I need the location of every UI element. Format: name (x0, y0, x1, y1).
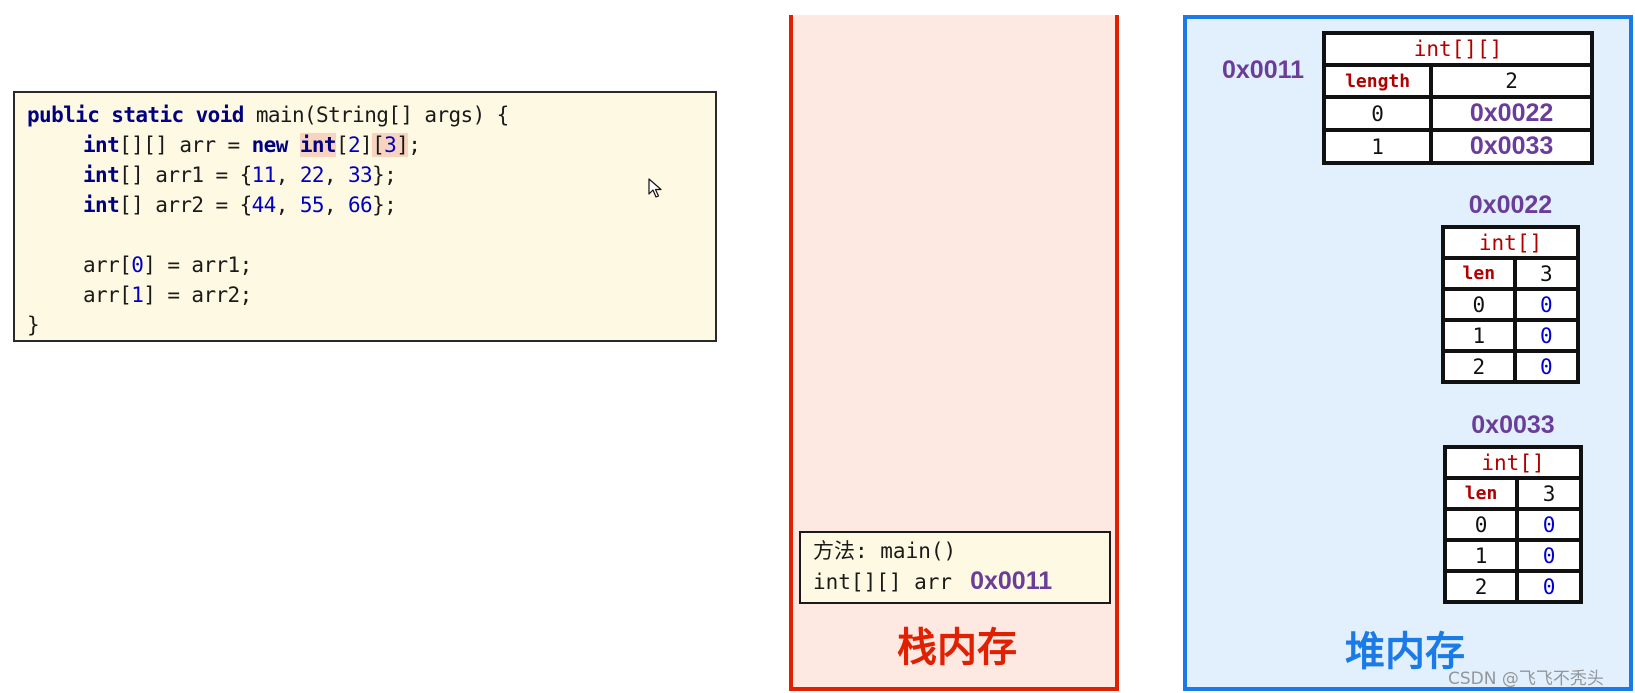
code-keyword: int (299, 133, 337, 157)
length-value: 3 (1512, 256, 1581, 291)
table-row: 20 (1442, 569, 1583, 604)
index-cell: 0 (1321, 95, 1434, 132)
local-variable: int[][] arr 0x0011 (813, 566, 1052, 597)
code-text: ] (396, 133, 409, 157)
reference-cell: 0x0033 (1429, 128, 1594, 165)
arr2-table: int[] len 3 00 10 20 (1442, 445, 1583, 604)
value-cell: 0 (1515, 507, 1583, 542)
code-text: arr[ (83, 253, 132, 277)
code-line: arr[0] = arr1; (27, 250, 252, 280)
index-cell: 1 (1442, 538, 1520, 573)
code-panel: public static void main(String[] args) {… (13, 91, 717, 342)
code-line: int[][] arr = new int[2][3]; (27, 130, 421, 160)
mouse-cursor-icon (648, 178, 662, 198)
index-cell: 0 (1441, 287, 1517, 322)
table-row: 0 0x0022 (1321, 95, 1594, 132)
code-keyword: int (83, 193, 120, 217)
code-keyword: int (83, 163, 120, 187)
code-text: [ (372, 133, 385, 157)
code-text: [] arr2 = { (119, 193, 252, 217)
code-number: 55 (299, 193, 325, 217)
table-row: 00 (1442, 507, 1583, 542)
length-label: length (1321, 63, 1434, 99)
code-line: int[] arr2 = {44, 55, 66}; (27, 190, 397, 220)
code-text: , (323, 193, 348, 217)
length-label: len (1442, 476, 1520, 511)
table-row: len 3 (1441, 256, 1581, 291)
code-text: , (275, 163, 300, 187)
code-number: 44 (251, 193, 277, 217)
code-number: 11 (251, 163, 277, 187)
code-number: 2 (348, 133, 361, 157)
code-line: arr[1] = arr2; (27, 280, 252, 310)
array-type: int[][] (1322, 31, 1594, 67)
value-cell: 0 (1512, 287, 1581, 322)
value-cell: 0 (1512, 349, 1581, 384)
code-keyword: new (251, 133, 289, 157)
code-number: 22 (299, 163, 325, 187)
arr1-address: 0x0022 (1468, 191, 1553, 219)
table-row: 10 (1441, 318, 1581, 353)
code-number: 3 (384, 133, 397, 157)
value-cell: 0 (1512, 318, 1581, 353)
code-text: }; (372, 193, 397, 217)
table-row: 10 (1442, 538, 1583, 573)
code-text: [] arr1 = { (119, 163, 252, 187)
code-number: 33 (348, 163, 373, 187)
value-cell: 0 (1515, 569, 1583, 604)
code-text: , (275, 193, 300, 217)
index-cell: 2 (1441, 349, 1517, 384)
code-line: int[] arr1 = {11, 22, 33}; (27, 160, 397, 190)
stack-memory-label: 栈内存 (897, 625, 1017, 671)
code-text: }; (372, 163, 397, 187)
index-cell: 2 (1442, 569, 1520, 604)
array-type: int[] (1441, 225, 1580, 260)
table-row: 20 (1441, 349, 1581, 384)
table-row: 00 (1441, 287, 1581, 322)
code-keyword: int (83, 133, 120, 157)
arr1-table: int[] len 3 00 10 20 (1441, 225, 1581, 384)
code-text: ] (360, 133, 373, 157)
code-text: , (323, 163, 348, 187)
outer-array-table: int[][] length 2 0 0x0022 1 0x0033 (1321, 31, 1594, 165)
code-text: arr[ (83, 283, 132, 307)
code-text: ] = arr1; (143, 253, 252, 277)
code-text: } (27, 313, 40, 337)
code-text: [ (335, 133, 349, 157)
code-number: 0 (131, 253, 144, 277)
index-cell: 0 (1442, 507, 1520, 542)
code-text: [][] arr = (119, 133, 252, 157)
arr2-address: 0x0033 (1471, 411, 1555, 439)
code-number: 1 (131, 283, 144, 307)
length-value: 3 (1515, 476, 1583, 511)
code-line: } (27, 310, 40, 340)
reference-cell: 0x0022 (1429, 95, 1594, 132)
watermark: CSDN @飞飞不秃头 (1448, 669, 1604, 689)
table-row: int[] (1441, 225, 1580, 260)
length-value: 2 (1429, 63, 1594, 99)
code-text: ; (408, 133, 421, 157)
table-row: int[][] (1322, 31, 1594, 67)
method-name: 方法: main() (813, 539, 957, 563)
variable-address: 0x0011 (970, 567, 1053, 595)
variable-declaration: int[][] arr (813, 570, 953, 594)
table-row: length 2 (1321, 63, 1594, 99)
table-row: 1 0x0033 (1321, 128, 1594, 165)
code-text: ] = arr2; (143, 283, 252, 307)
code-line: public static void main(String[] args) { (27, 100, 509, 130)
index-cell: 1 (1441, 318, 1517, 353)
table-row: int[] (1443, 445, 1583, 480)
length-label: len (1441, 256, 1517, 291)
value-cell: 0 (1515, 538, 1583, 573)
code-keyword: public static void (27, 103, 244, 127)
code-text: main(String[] args) { (243, 103, 510, 127)
outer-array-address: 0x0011 (1222, 56, 1305, 84)
table-row: len 3 (1442, 476, 1583, 511)
index-cell: 1 (1321, 128, 1434, 165)
main-method-frame: 方法: main() int[][] arr 0x0011 (799, 531, 1111, 604)
code-number: 66 (348, 193, 373, 217)
array-type: int[] (1443, 445, 1583, 480)
